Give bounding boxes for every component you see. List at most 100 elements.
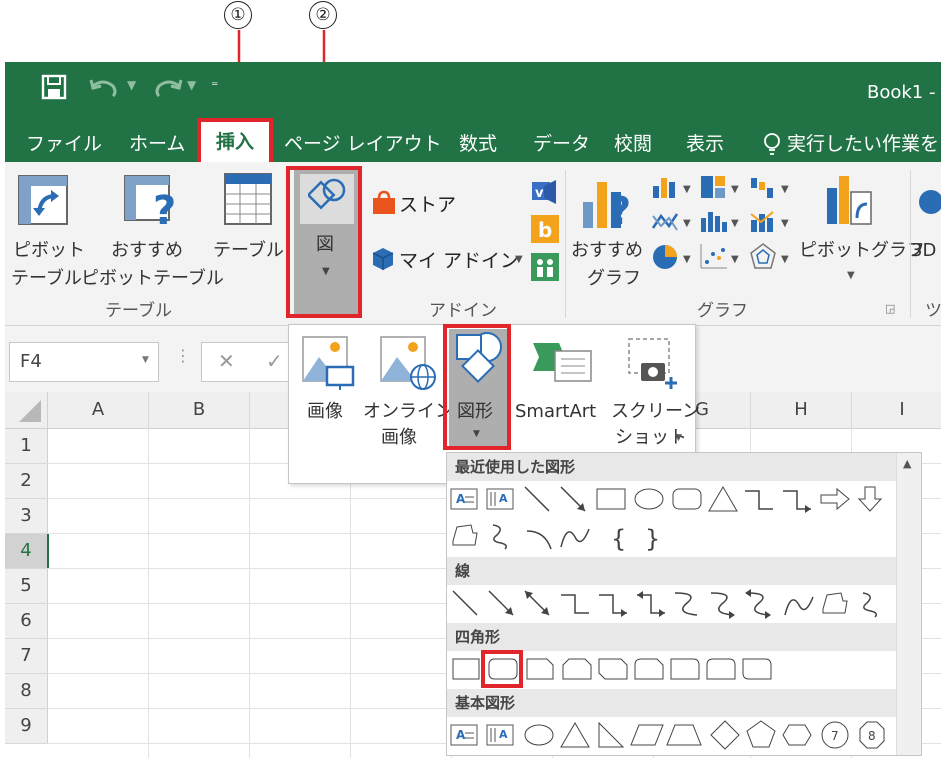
column-header-i[interactable]: I: [852, 392, 941, 429]
column-chart-icon[interactable]: ▼: [651, 174, 697, 200]
vertical-text-box-icon[interactable]: A: [486, 488, 514, 510]
rounded-rectangle-icon[interactable]: [672, 488, 702, 510]
tab-page-layout[interactable]: ページ レイアウト: [284, 126, 442, 162]
rectangle-icon[interactable]: [596, 488, 626, 510]
waterfall-chart-icon[interactable]: ▼: [749, 174, 795, 200]
triangle-icon[interactable]: [708, 486, 738, 512]
arc-icon[interactable]: [526, 530, 552, 550]
row-header-6[interactable]: 6: [5, 604, 48, 639]
text-box-icon[interactable]: A: [450, 724, 478, 746]
row-header-9[interactable]: 9: [5, 709, 48, 744]
pivot-chart-button[interactable]: ピボットグラフ ▼: [795, 168, 925, 288]
freeform-icon[interactable]: [822, 592, 848, 614]
row-header-7[interactable]: 7: [5, 639, 48, 674]
right-arrow-icon[interactable]: [820, 487, 850, 511]
curve-icon[interactable]: [560, 528, 590, 548]
redo-icon[interactable]: [147, 76, 183, 98]
tab-review[interactable]: 校閲: [614, 126, 652, 162]
freeform-icon[interactable]: [452, 524, 478, 546]
3d-map-icon[interactable]: [917, 182, 941, 222]
round-diagonal-corner-rectangle-icon[interactable]: [742, 658, 772, 680]
pentagon-icon[interactable]: [746, 720, 776, 748]
scribble-icon[interactable]: [492, 524, 508, 550]
elbow-connector-icon[interactable]: [561, 594, 589, 614]
oval-icon[interactable]: [524, 724, 554, 746]
tab-file[interactable]: ファイル: [26, 126, 102, 162]
row-header-8[interactable]: 8: [5, 674, 48, 709]
customize-qat-icon[interactable]: ₌: [211, 74, 218, 90]
tell-me-box[interactable]: 実行したい作業を: [787, 126, 939, 162]
save-icon[interactable]: [41, 74, 67, 100]
elbow-connector-icon[interactable]: [745, 490, 773, 510]
smartart-button[interactable]: SmartArt: [513, 331, 607, 431]
arrow-line-icon[interactable]: [488, 590, 514, 616]
snip-and-round-rectangle-icon[interactable]: [634, 658, 664, 680]
name-box-dropdown-icon[interactable]: ▼: [142, 355, 149, 365]
scroll-up-icon[interactable]: ▲: [903, 457, 911, 470]
row-header-2[interactable]: 2: [5, 464, 48, 499]
radar-chart-icon[interactable]: ▼: [749, 242, 795, 272]
my-addins-button[interactable]: マイ アドイン: [399, 246, 519, 273]
line-icon[interactable]: [524, 486, 550, 512]
heptagon-icon[interactable]: 7: [821, 721, 849, 749]
redo-dropdown-icon[interactable]: ▼: [187, 78, 196, 92]
row-header-5[interactable]: 5: [5, 569, 48, 604]
tab-home[interactable]: ホーム: [129, 126, 185, 162]
curved-arrow-connector-icon[interactable]: [710, 592, 735, 619]
line-icon[interactable]: [452, 590, 478, 616]
row-header-3[interactable]: 3: [5, 499, 48, 534]
scatter-chart-icon[interactable]: ▼: [699, 242, 745, 272]
undo-icon[interactable]: [89, 76, 125, 98]
snip-diagonal-corner-rectangle-icon[interactable]: [598, 658, 628, 680]
visio-icon[interactable]: v: [530, 176, 560, 206]
table-button[interactable]: テーブル: [211, 168, 285, 288]
row-header-1[interactable]: 1: [5, 429, 48, 464]
trapezoid-icon[interactable]: [666, 724, 702, 746]
recommended-pivot-button[interactable]: ? おすすめ ピボットテーブル: [81, 168, 224, 289]
curved-connector-icon[interactable]: [674, 592, 698, 616]
curve-icon[interactable]: [784, 596, 814, 616]
rectangle-icon[interactable]: [452, 658, 480, 680]
hierarchy-chart-icon[interactable]: ▼: [699, 174, 745, 200]
undo-dropdown-icon[interactable]: ▼: [127, 78, 136, 92]
tab-view[interactable]: 表示: [686, 126, 724, 162]
tab-data[interactable]: データ: [533, 126, 590, 162]
right-triangle-icon[interactable]: [598, 721, 625, 748]
column-header-h[interactable]: H: [751, 392, 852, 429]
double-arrow-line-icon[interactable]: [524, 590, 550, 616]
column-header-a[interactable]: A: [48, 392, 149, 429]
elbow-double-arrow-connector-icon[interactable]: [637, 591, 665, 617]
arrow-line-icon[interactable]: [560, 486, 586, 512]
statistic-chart-icon[interactable]: ▼: [699, 208, 745, 234]
column-header-b[interactable]: B: [149, 392, 250, 429]
scribble-icon[interactable]: [862, 592, 878, 618]
parallelogram-icon[interactable]: [630, 724, 664, 746]
enter-icon[interactable]: ✓: [266, 349, 283, 373]
cancel-icon[interactable]: ✕: [218, 349, 235, 373]
snip-same-side-corner-rectangle-icon[interactable]: [562, 658, 592, 680]
online-picture-button[interactable]: オンライン 画像: [363, 331, 453, 451]
my-addins-dropdown-icon[interactable]: ▼: [515, 254, 523, 265]
charts-dialog-launcher-icon[interactable]: ◲: [885, 302, 895, 315]
select-all-corner[interactable]: [5, 392, 48, 429]
hexagon-icon[interactable]: [782, 724, 812, 746]
store-button[interactable]: ストア: [399, 190, 456, 217]
row-header-4[interactable]: 4: [5, 534, 49, 569]
bing-maps-icon[interactable]: b: [530, 214, 560, 244]
snip-single-corner-rectangle-icon[interactable]: [526, 658, 554, 680]
right-brace-icon[interactable]: }: [645, 525, 660, 553]
screenshot-button[interactable]: スクリーン ショット ▼: [607, 331, 700, 451]
line-chart-icon[interactable]: ▼: [651, 208, 697, 234]
round-single-corner-rectangle-icon[interactable]: [670, 658, 700, 680]
vertical-text-box-icon[interactable]: A: [486, 724, 514, 746]
elbow-arrow-connector-icon[interactable]: [599, 594, 627, 617]
diamond-icon[interactable]: [710, 720, 740, 750]
recommended-charts-button[interactable]: ? おすすめ グラフ: [569, 168, 645, 289]
gallery-scrollbar[interactable]: ▲: [896, 453, 921, 755]
picture-button[interactable]: 画像: [295, 331, 361, 431]
down-arrow-icon[interactable]: [857, 486, 883, 512]
name-box[interactable]: F4 ▼: [9, 342, 159, 382]
elbow-arrow-connector-icon[interactable]: [783, 490, 811, 513]
left-brace-icon[interactable]: {: [611, 525, 626, 553]
tab-formulas[interactable]: 数式: [459, 126, 497, 162]
